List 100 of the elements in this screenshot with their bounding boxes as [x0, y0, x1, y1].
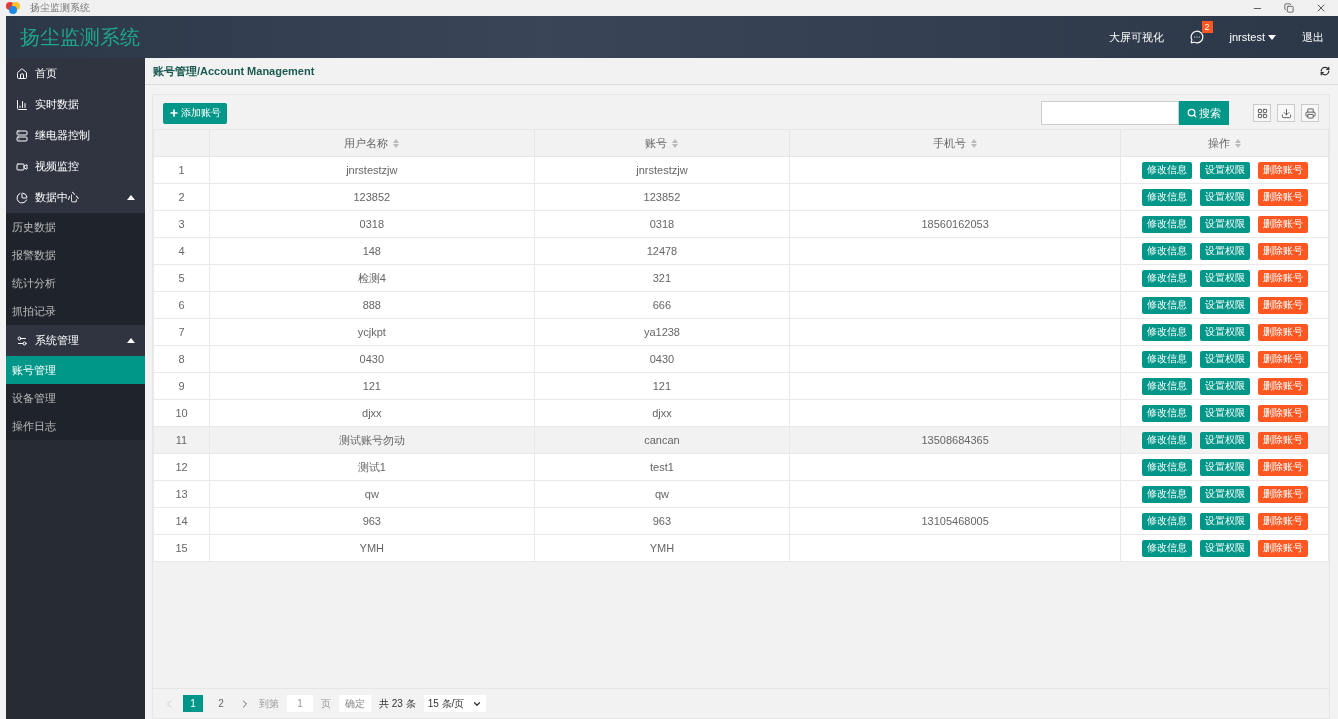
goto-label: 到第	[259, 696, 279, 711]
delete-button[interactable]: 删除账号	[1257, 242, 1308, 260]
header-link[interactable]: 大屏可视化	[1108, 29, 1164, 45]
action-button[interactable]: 修改信息	[1141, 431, 1192, 449]
delete-button[interactable]: 删除账号	[1257, 161, 1308, 179]
sidebar-subitem[interactable]: 设备管理	[6, 384, 145, 412]
page-size-select[interactable]: 15 条/页	[423, 695, 487, 712]
action-button[interactable]: 修改信息	[1141, 350, 1192, 368]
delete-button[interactable]: 删除账号	[1257, 404, 1308, 422]
message-icon[interactable]	[1189, 30, 1204, 44]
sort-icon[interactable]	[971, 138, 978, 148]
columns-button[interactable]	[1253, 104, 1271, 122]
column-header[interactable]: 账号	[534, 129, 790, 157]
action-button[interactable]: 修改信息	[1141, 458, 1192, 476]
sidebar-subitem[interactable]: 账号管理	[6, 356, 145, 384]
action-button[interactable]: 设置权限	[1199, 404, 1250, 422]
search-field[interactable]	[1041, 101, 1179, 125]
server-icon	[16, 129, 28, 142]
action-button[interactable]: 设置权限	[1199, 188, 1250, 206]
breadcrumb: 账号管理/Account Management	[153, 63, 315, 79]
action-button[interactable]: 设置权限	[1199, 215, 1250, 233]
action-button[interactable]: 修改信息	[1141, 512, 1192, 530]
page-number[interactable]: 1	[183, 695, 203, 712]
column-header[interactable]: 用户名称	[209, 129, 535, 157]
action-button[interactable]: 修改信息	[1141, 485, 1192, 503]
action-button[interactable]: 修改信息	[1141, 269, 1192, 287]
table-cell: cancan	[534, 426, 790, 454]
action-button[interactable]: 设置权限	[1199, 242, 1250, 260]
sidebar-subitem[interactable]: 抓拍记录	[6, 297, 145, 325]
delete-button[interactable]: 删除账号	[1257, 296, 1308, 314]
column-header[interactable]: 操作	[1120, 129, 1329, 157]
table-cell: ycjkpt	[209, 318, 535, 346]
delete-button[interactable]: 删除账号	[1257, 188, 1308, 206]
delete-button[interactable]: 删除账号	[1257, 458, 1308, 476]
action-button[interactable]: 设置权限	[1199, 539, 1250, 557]
add-account-button[interactable]: 添加账号	[163, 102, 227, 124]
print-button[interactable]	[1301, 104, 1319, 122]
delete-button[interactable]: 删除账号	[1257, 431, 1308, 449]
delete-button[interactable]: 删除账号	[1257, 512, 1308, 530]
action-button[interactable]: 设置权限	[1199, 485, 1250, 503]
sidebar-subitem[interactable]: 操作日志	[6, 412, 145, 440]
action-button[interactable]: 设置权限	[1199, 161, 1250, 179]
delete-button[interactable]: 删除账号	[1257, 323, 1308, 341]
page-input[interactable]: 1	[287, 695, 313, 712]
user-menu[interactable]: jnrstest	[1229, 31, 1276, 43]
row-number: 5	[153, 264, 210, 292]
sidebar-subitem[interactable]: 历史数据	[6, 213, 145, 241]
delete-button[interactable]: 删除账号	[1257, 377, 1308, 395]
sort-icon[interactable]	[393, 138, 400, 148]
action-button[interactable]: 设置权限	[1199, 458, 1250, 476]
sidebar-label: 视频监控	[35, 159, 80, 174]
sidebar-subitem[interactable]: 统计分析	[6, 269, 145, 297]
action-button[interactable]: 设置权限	[1199, 323, 1250, 341]
action-button[interactable]: 设置权限	[1199, 269, 1250, 287]
action-button[interactable]: 修改信息	[1141, 377, 1192, 395]
search-icon	[1187, 108, 1197, 118]
action-button[interactable]: 修改信息	[1141, 215, 1192, 233]
confirm-button[interactable]: 确定	[339, 695, 371, 712]
action-button[interactable]: 修改信息	[1141, 242, 1192, 260]
sidebar-label: 继电器控制	[35, 128, 91, 143]
export-button[interactable]	[1277, 104, 1295, 122]
action-button[interactable]: 修改信息	[1141, 161, 1192, 179]
download-icon	[1280, 107, 1292, 119]
action-button[interactable]: 设置权限	[1199, 377, 1250, 395]
grid-icon	[1256, 107, 1268, 119]
action-button[interactable]: 修改信息	[1141, 539, 1192, 557]
delete-button[interactable]: 删除账号	[1257, 215, 1308, 233]
table-cell: 888	[209, 291, 535, 319]
action-button[interactable]: 设置权限	[1199, 512, 1250, 530]
action-button[interactable]: 设置权限	[1199, 350, 1250, 368]
sort-icon[interactable]	[672, 138, 679, 148]
search-button[interactable]: 搜索	[1179, 101, 1229, 125]
action-button[interactable]: 修改信息	[1141, 323, 1192, 341]
table-cell: 12478	[534, 237, 790, 265]
sidebar-item[interactable]: 实时数据	[6, 89, 145, 120]
action-button[interactable]: 修改信息	[1141, 296, 1192, 314]
app-logo-icon	[6, 2, 20, 14]
sidebar-item[interactable]: 首页	[6, 58, 145, 89]
action-button[interactable]: 设置权限	[1199, 296, 1250, 314]
sidebar-item[interactable]: 视频监控	[6, 151, 145, 182]
refresh-icon[interactable]	[1320, 66, 1330, 76]
column-header[interactable]: 手机号	[789, 129, 1121, 157]
table-cell: 121	[209, 372, 535, 400]
sort-icon[interactable]	[1235, 138, 1241, 148]
sidebar-item[interactable]: 继电器控制	[6, 120, 145, 151]
sidebar-subitem[interactable]: 报警数据	[6, 241, 145, 269]
action-button[interactable]: 设置权限	[1199, 431, 1250, 449]
delete-button[interactable]: 删除账号	[1257, 350, 1308, 368]
page-number[interactable]: 2	[211, 695, 231, 712]
row-number: 11	[153, 426, 210, 454]
delete-button[interactable]: 删除账号	[1257, 485, 1308, 503]
page-unit: 页	[321, 696, 331, 711]
delete-button[interactable]: 删除账号	[1257, 539, 1308, 557]
sidebar-item[interactable]: 数据中心	[6, 182, 145, 213]
action-button[interactable]: 修改信息	[1141, 188, 1192, 206]
delete-button[interactable]: 删除账号	[1257, 269, 1308, 287]
sidebar-item[interactable]: 系统管理	[6, 325, 145, 356]
action-button[interactable]: 修改信息	[1141, 404, 1192, 422]
row-number: 2	[153, 183, 210, 211]
header-link[interactable]: 退出	[1302, 29, 1324, 45]
